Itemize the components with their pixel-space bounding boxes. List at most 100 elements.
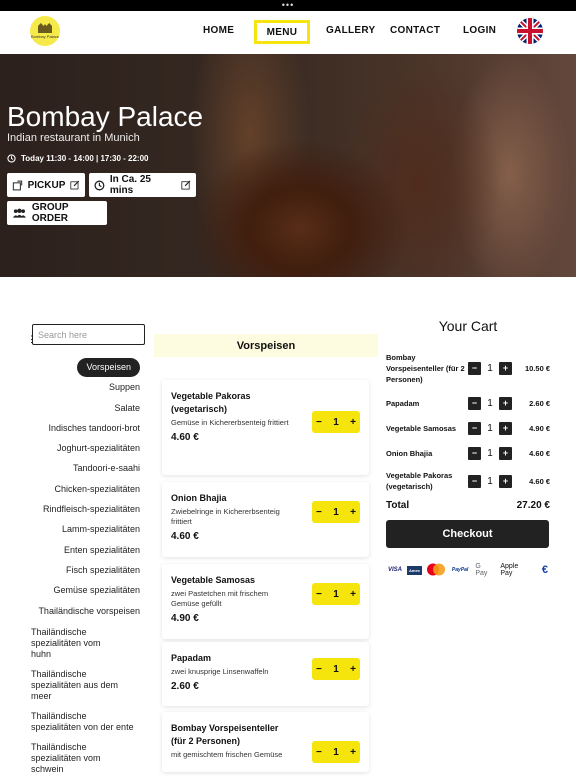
cart-total: Total 27.20 € xyxy=(386,500,550,511)
cart-item-qty: 1 xyxy=(487,362,493,374)
pickup-button[interactable]: PICKUP xyxy=(7,173,85,197)
google-pay-icon: G Pay xyxy=(475,563,488,577)
plus-icon[interactable]: + xyxy=(499,474,512,488)
cart-item-price: 2.60 € xyxy=(529,398,550,408)
plus-icon[interactable]: + xyxy=(499,361,512,375)
plus-icon[interactable]: + xyxy=(350,747,356,758)
cart-item-price: 4.60 € xyxy=(529,448,550,458)
cart-row: Onion Bhajia − 1 + 4.60 € xyxy=(386,441,550,465)
category-salate[interactable]: Salate xyxy=(0,398,145,418)
group-order-label: GROUP ORDER xyxy=(31,202,69,224)
plus-icon[interactable]: + xyxy=(499,446,512,460)
cart-item-qty: 1 xyxy=(487,422,493,434)
plus-icon[interactable]: + xyxy=(350,507,356,518)
category-tandoori-e-saahi[interactable]: Tandoori-e-saahi xyxy=(0,458,145,478)
nav-home[interactable]: HOME xyxy=(203,25,234,36)
paypal-icon: PayPal xyxy=(451,567,469,573)
menu-item-desc: mit gemischtem frischen Gemüse xyxy=(171,750,283,759)
cart-item-name: Vegetable Pakoras (vegetarisch) xyxy=(386,471,453,491)
category-suppen[interactable]: Suppen xyxy=(0,377,145,397)
quantity-stepper[interactable]: −1 + xyxy=(312,658,360,680)
cart-item-name: Vegetable Samosas xyxy=(386,423,457,433)
uk-flag-icon[interactable] xyxy=(517,18,543,44)
category-rindfleisch[interactable]: Rindfleisch-spezialitäten xyxy=(0,499,145,519)
logo-building-icon xyxy=(38,23,52,33)
cart-row: Bombay Vorspeisenteller (für 2 Personen)… xyxy=(386,350,550,386)
cart-item-qty: 1 xyxy=(487,397,493,409)
quantity-stepper[interactable]: −1 + xyxy=(312,411,360,433)
pickup-icon xyxy=(12,180,23,190)
opening-hours-text: Today 11:30 - 14:00 | 17:30 - 22:00 xyxy=(21,154,149,163)
amex-icon: Amex xyxy=(407,565,422,575)
minus-icon[interactable]: − xyxy=(316,417,322,428)
nav-contact[interactable]: CONTACT xyxy=(390,25,440,36)
pickup-label: PICKUP xyxy=(27,179,66,191)
nav-gallery[interactable]: GALLERY xyxy=(326,25,376,36)
top-nav: Bombay Palace HOME MENU GALLERY CONTACT … xyxy=(0,11,576,54)
minus-icon[interactable]: − xyxy=(316,747,322,758)
nav-menu[interactable]: MENU xyxy=(254,20,310,44)
menu-item-desc: Gemüse in Kichererbsenteig frittiert xyxy=(171,418,289,427)
minus-icon[interactable]: − xyxy=(468,396,481,410)
category-joghurt[interactable]: Joghurt-spezialitäten xyxy=(0,438,145,458)
cart-row: Vegetable Samosas − 1 + 4.90 € xyxy=(386,416,550,440)
menu-item[interactable]: Vegetable Samosas zwei Pastetchen mit fr… xyxy=(162,564,369,639)
minus-icon[interactable]: − xyxy=(316,507,322,518)
category-thai-huhn[interactable]: Thailändische spezialitäten vom huhn xyxy=(0,627,125,660)
status-bar: ••• xyxy=(0,0,576,11)
menu-item[interactable]: Onion Bhajia Zwiebelringe in Kichererbse… xyxy=(162,482,369,557)
plus-icon[interactable]: + xyxy=(499,421,512,435)
minus-icon[interactable]: − xyxy=(468,421,481,435)
quantity-stepper[interactable]: −1 + xyxy=(312,583,360,605)
category-thai-ente[interactable]: Thailändische spezialitäten von der ente xyxy=(0,711,140,733)
pickup-time-button[interactable]: In Ca. 25 mins xyxy=(89,173,196,197)
category-enten[interactable]: Enten spezialitäten xyxy=(0,540,145,560)
menu-item-price: 4.60 € xyxy=(171,531,199,542)
plus-icon[interactable]: + xyxy=(499,396,512,410)
visa-icon: VISA xyxy=(388,567,403,573)
restaurant-subtitle: Indian restaurant in Munich xyxy=(7,132,140,144)
quantity-stepper[interactable]: −1 + xyxy=(312,501,360,523)
category-vorspeisen[interactable]: Vorspeisen xyxy=(0,357,145,377)
category-thai-schwein[interactable]: Thailändische spezialitäten vom schwein xyxy=(0,742,140,775)
plus-icon[interactable]: + xyxy=(350,589,356,600)
category-tandoori-brot[interactable]: Indisches tandoori-brot xyxy=(0,418,145,438)
cart-item-name: Onion Bhajia xyxy=(386,448,433,458)
menu-item[interactable]: Bombay Vorspeisenteller (für 2 Personen)… xyxy=(162,712,369,772)
minus-icon[interactable]: − xyxy=(316,664,322,675)
checkout-button[interactable]: Checkout xyxy=(386,520,549,548)
cart-panel: Your Cart Bombay Vorspeisenteller (für 2… xyxy=(386,318,550,579)
plus-icon[interactable]: + xyxy=(350,664,356,675)
quantity-value: 1 xyxy=(333,588,339,600)
pickup-time-label: In Ca. 25 mins xyxy=(109,174,151,196)
nav-login[interactable]: LOGIN xyxy=(463,25,496,36)
category-chicken[interactable]: Chicken-spezialitäten xyxy=(0,479,145,499)
quantity-stepper[interactable]: −1 + xyxy=(312,741,360,763)
cart-item-price: 10.50 € xyxy=(524,363,550,373)
hero-banner: Bombay Palace Indian restaurant in Munic… xyxy=(0,54,576,277)
category-thai-vorspeisen[interactable]: Thailändische vorspeisen xyxy=(0,601,145,621)
cart-row: Vegetable Pakoras (vegetarisch) − 1 + 4.… xyxy=(386,466,550,496)
menu-item-price: 4.90 € xyxy=(171,613,199,624)
category-fisch[interactable]: Fisch spezialitäten xyxy=(0,560,145,580)
minus-icon[interactable]: − xyxy=(316,589,322,600)
quantity-value: 1 xyxy=(333,416,339,428)
group-order-button[interactable]: GROUP ORDER xyxy=(7,201,107,225)
restaurant-logo[interactable]: Bombay Palace xyxy=(30,16,60,46)
cart-item-price: 4.90 € xyxy=(529,423,550,433)
menu-item-name: Bombay Vorspeisenteller (für 2 Personen) xyxy=(171,723,279,746)
edit-icon xyxy=(70,180,80,190)
category-label: Vorspeisen xyxy=(77,358,140,377)
cart-row: Papadam − 1 + 2.60 € xyxy=(386,391,550,415)
category-lamm[interactable]: Lamm-spezialitäten xyxy=(0,519,145,539)
menu-item[interactable]: Vegetable Pakoras (vegetarisch) Gemüse i… xyxy=(162,380,369,475)
cart-item-qty: 1 xyxy=(487,475,493,487)
menu-item[interactable]: Papadam zwei knusprige Linsenwaffeln 2.6… xyxy=(162,642,369,706)
minus-icon[interactable]: − xyxy=(468,474,481,488)
search-input[interactable] xyxy=(32,324,145,345)
category-thai-meer[interactable]: Thailändische spezialitäten aus dem meer xyxy=(0,669,125,702)
category-gemuese[interactable]: Gemüse spezialitäten xyxy=(0,580,145,600)
minus-icon[interactable]: − xyxy=(468,361,481,375)
minus-icon[interactable]: − xyxy=(468,446,481,460)
plus-icon[interactable]: + xyxy=(350,417,356,428)
